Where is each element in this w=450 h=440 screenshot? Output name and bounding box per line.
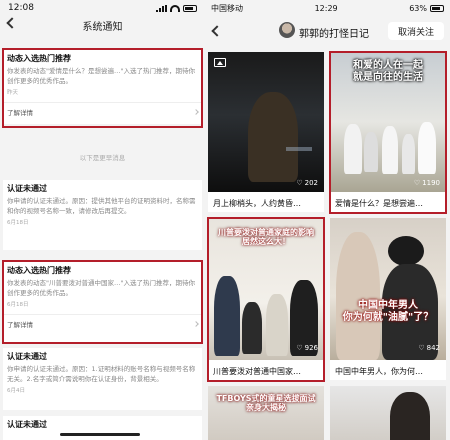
status-time: 12:29 (314, 3, 338, 13)
hat-shape (388, 236, 424, 266)
wifi-icon (170, 4, 180, 12)
notification-card[interactable]: 认证未通过 你申请的认证未通过。原因：提供其他平台的证明资料时，名称需和你的视频… (3, 180, 202, 250)
heart-icon: ♡ (418, 344, 425, 352)
home-indicator (60, 433, 140, 436)
back-arrow-icon[interactable] (211, 25, 223, 37)
status-indicators: 63% (409, 4, 444, 13)
page-title: 系统通知 (82, 21, 123, 33)
post-thumbnail (208, 52, 324, 192)
status-time: 12:08 (8, 3, 34, 13)
account-name: 郭郭的打怪日记 (299, 29, 369, 40)
overlay-caption: TFBOYS式的童星选拔面试 亲身大揭秘 (216, 394, 316, 413)
status-bar: 12:08 (0, 0, 205, 16)
post-tile[interactable] (330, 386, 446, 440)
notification-title: 认证未通过 (7, 352, 47, 361)
notification-title: 认证未通过 (7, 184, 47, 193)
light-streak (286, 147, 312, 151)
image-icon (214, 58, 226, 67)
unfollow-button[interactable]: 取消关注 (388, 22, 444, 40)
post-caption: 中国中年男人，你为何… (335, 367, 423, 376)
post-thumbnail: TFBOYS式的童星选拔面试 亲身大揭秘 (208, 386, 324, 440)
carrier-label: 中国移动 (211, 3, 243, 13)
profile-screen: 中国移动 12:29 63% 郭郭的打怪日记 取消关注 ♡ 202 月上柳梢头，人… (205, 0, 450, 440)
composite-screenshot: 12:08 系统通知 动态入选热门推荐 你发表的动态"爱情是什么？是想尝遍…"入… (0, 0, 450, 440)
status-bar: 中国移动 12:29 63% (205, 0, 450, 16)
highlight-box (2, 260, 203, 344)
notification-date: 6月18日 (7, 220, 29, 226)
like-count-value: 842 (426, 344, 440, 352)
like-count: ♡ 842 (418, 344, 440, 352)
battery-icon (430, 4, 444, 12)
like-count: ♡ 202 (296, 179, 318, 187)
battery-icon (183, 4, 197, 12)
post-tile[interactable]: ♡ 202 月上柳梢头，人约黄昏… (208, 52, 324, 212)
notification-date: 6月4日 (7, 388, 25, 394)
post-tile[interactable]: TFBOYS式的童星选拔面试 亲身大揭秘 (208, 386, 324, 440)
profile-header: 郭郭的打怪日记 取消关注 (205, 16, 450, 46)
highlight-box (329, 51, 447, 214)
post-tile[interactable]: 中国中年男人 你为何就"油腻"了？ ♡ 842 中国中年男人，你为何… (330, 218, 446, 380)
heart-icon: ♡ (296, 179, 303, 187)
notification-card[interactable]: 认证未通过 你申请的认证未通过。原因：1.证明材料的账号名称与视频号名称无关。2… (3, 348, 202, 410)
notification-body: 你申请的认证未通过。原因：1.证明材料的账号名称与视频号名称无关。2.名字或简介… (7, 365, 196, 383)
notification-title: 认证未通过 (7, 420, 47, 429)
highlight-box (207, 217, 325, 382)
highlight-box (2, 48, 203, 128)
notification-card[interactable]: 认证未通过 (3, 416, 202, 440)
earlier-messages-label: 以下是更早消息 (79, 154, 126, 162)
post-thumbnail: 中国中年男人 你为何就"油腻"了？ (330, 218, 446, 360)
signal-icon (156, 4, 167, 12)
battery-percent: 63% (409, 3, 427, 13)
figure-shape (390, 392, 430, 440)
notification-body: 你申请的认证未通过。原因：提供其他平台的证明资料时，名称需和你的视频号名称一致，… (7, 197, 196, 215)
post-caption: 月上柳梢头，人约黄昏… (213, 199, 301, 208)
figure-shape (336, 232, 380, 360)
overlay-caption: 中国中年男人 你为何就"油腻"了？ (342, 300, 434, 323)
status-indicators (156, 4, 197, 12)
nav-bar: 系统通知 (0, 16, 205, 34)
avatar[interactable] (279, 22, 295, 38)
post-thumbnail (330, 386, 446, 440)
figure-shape (248, 92, 298, 182)
notifications-screen: 12:08 系统通知 动态入选热门推荐 你发表的动态"爱情是什么？是想尝遍…"入… (0, 0, 205, 440)
like-count-value: 202 (304, 179, 318, 187)
